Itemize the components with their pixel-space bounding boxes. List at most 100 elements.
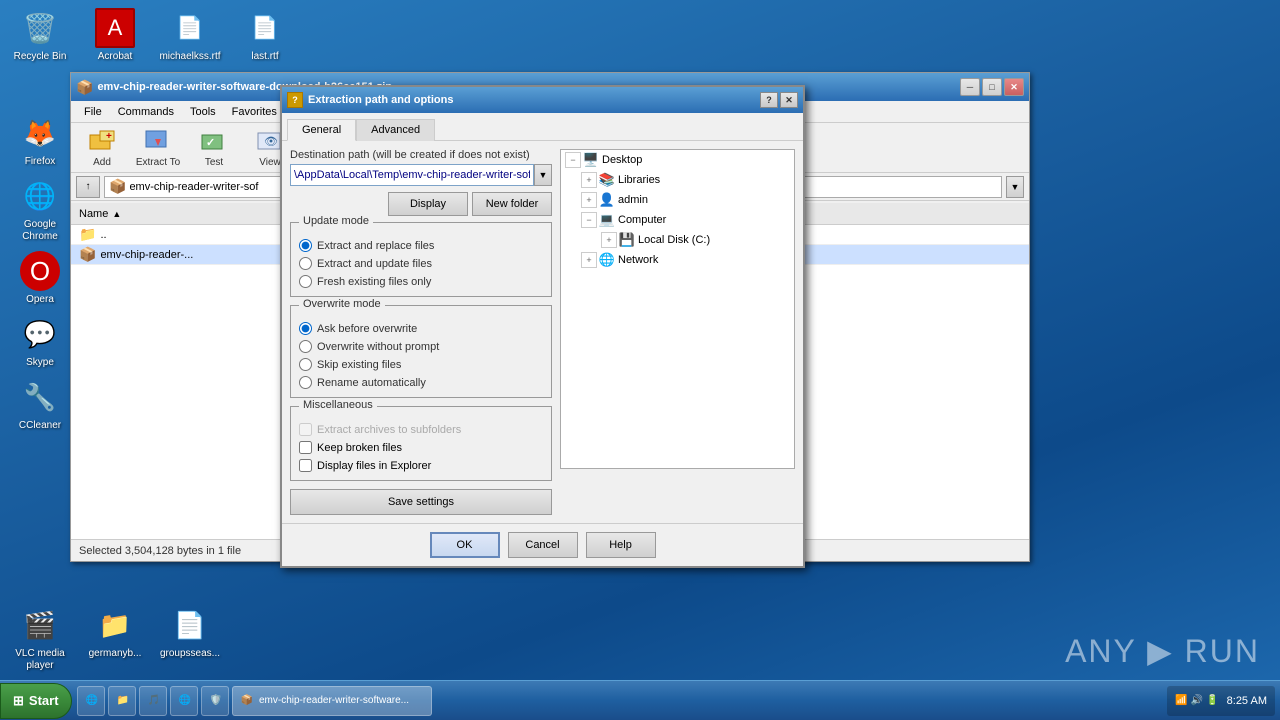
- libraries-tree-icon: 📚: [599, 172, 615, 188]
- recycle-bin-icon[interactable]: 🗑️ Recycle Bin: [5, 5, 75, 66]
- ask-before-option[interactable]: Ask before overwrite: [299, 322, 543, 335]
- update-mode-title: Update mode: [299, 215, 373, 227]
- tree-expander-local-disk[interactable]: +: [601, 232, 617, 248]
- overwrite-no-prompt-option[interactable]: Overwrite without prompt: [299, 340, 543, 353]
- tree-expander-computer[interactable]: −: [581, 212, 597, 228]
- up-button[interactable]: ↑: [76, 176, 100, 198]
- extract-update-option[interactable]: Extract and update files: [299, 257, 543, 270]
- tray-sound-icon[interactable]: 🔊: [1191, 695, 1203, 706]
- extract-replace-option[interactable]: Extract and replace files: [299, 239, 543, 252]
- start-button[interactable]: ⊞ Start: [0, 683, 72, 719]
- acrobat-image: A: [95, 8, 135, 48]
- toolbar-test-btn[interactable]: ✓ Test: [188, 126, 240, 170]
- top-buttons-row: Display New folder: [290, 192, 552, 216]
- menu-tools[interactable]: Tools: [182, 104, 224, 120]
- rename-auto-radio[interactable]: [299, 376, 312, 389]
- chrome-icon[interactable]: 🌐 Google Chrome: [5, 173, 75, 246]
- taskbar-winrar-btn[interactable]: 📦 emv-chip-reader-writer-software...: [232, 686, 432, 716]
- taskbar-chrome-btn[interactable]: 🌐: [170, 686, 198, 716]
- extract-label: Extract To: [136, 157, 180, 168]
- destination-path-input[interactable]: [290, 164, 534, 186]
- tree-item-desktop[interactable]: − 🖥️ Desktop: [561, 150, 794, 170]
- cancel-btn[interactable]: Cancel: [508, 532, 578, 558]
- path-dropdown-btn[interactable]: ▼: [534, 164, 552, 186]
- display-btn[interactable]: Display: [388, 192, 468, 216]
- winrar-task-label: emv-chip-reader-writer-software...: [259, 695, 409, 706]
- skip-existing-radio[interactable]: [299, 358, 312, 371]
- menu-favorites[interactable]: Favorites: [224, 104, 285, 120]
- save-settings-btn[interactable]: Save settings: [290, 489, 552, 515]
- winrar-minimize-btn[interactable]: ─: [960, 78, 980, 96]
- last-rtf-icon[interactable]: 📄 last.rtf: [230, 5, 300, 66]
- winrar-close-btn[interactable]: ✕: [1004, 78, 1024, 96]
- test-icon: ✓: [198, 127, 230, 155]
- tree-item-libraries[interactable]: + 📚 Libraries: [561, 170, 794, 190]
- firefox-icon[interactable]: 🦊 Firefox: [5, 110, 75, 171]
- taskbar-media-btn[interactable]: 🎵: [139, 686, 167, 716]
- extract-replace-radio[interactable]: [299, 239, 312, 252]
- tree-expander-libraries[interactable]: +: [581, 172, 597, 188]
- tree-item-admin[interactable]: + 👤 admin: [561, 190, 794, 210]
- skip-existing-option[interactable]: Skip existing files: [299, 358, 543, 371]
- keep-broken-option[interactable]: Keep broken files: [299, 441, 543, 454]
- tree-item-local-disk[interactable]: + 💾 Local Disk (C:): [561, 230, 794, 250]
- tree-panel: − 🖥️ Desktop + 📚 Libraries + 👤 admin: [560, 149, 795, 469]
- taskbar-explorer-btn[interactable]: 📁: [108, 686, 136, 716]
- update-mode-group: Update mode Extract and replace files Ex…: [290, 222, 552, 297]
- dialog-action-buttons: OK Cancel Help: [282, 523, 803, 566]
- tray-battery-icon[interactable]: 🔋: [1206, 695, 1218, 706]
- dialog-titlebar: ? Extraction path and options ? ✕: [282, 87, 803, 113]
- taskbar: ⊞ Start 🌐 📁 🎵 🌐 🛡️ 📦 emv-chip-reader-wri…: [0, 680, 1280, 720]
- overwrite-no-prompt-radio[interactable]: [299, 340, 312, 353]
- display-explorer-checkbox[interactable]: [299, 459, 312, 472]
- rename-auto-option[interactable]: Rename automatically: [299, 376, 543, 389]
- michaelkss-rtf-icon[interactable]: 📄 michaelkss.rtf: [155, 5, 225, 66]
- tab-advanced[interactable]: Advanced: [356, 119, 435, 141]
- menu-commands[interactable]: Commands: [110, 104, 182, 120]
- firefox-image: 🦊: [20, 113, 60, 153]
- winrar-task-icon: 📦: [241, 695, 253, 706]
- addr-dropdown-btn[interactable]: ▼: [1006, 176, 1024, 198]
- toolbar-add-btn[interactable]: + Add: [76, 126, 128, 170]
- ask-before-radio[interactable]: [299, 322, 312, 335]
- skype-icon[interactable]: 💬 Skype: [5, 311, 75, 372]
- display-explorer-option[interactable]: Display files in Explorer: [299, 459, 543, 472]
- toolbar-extract-btn[interactable]: Extract To: [132, 126, 184, 170]
- taskbar-ie-btn[interactable]: 🌐: [77, 686, 105, 716]
- taskbar-av-btn[interactable]: 🛡️: [201, 686, 229, 716]
- ok-btn[interactable]: OK: [430, 532, 500, 558]
- dialog-help-btn[interactable]: ?: [760, 92, 778, 108]
- germanyb-icon[interactable]: 📁 germanyb...: [80, 602, 150, 675]
- vlc-icon[interactable]: 🎬 VLC media player: [5, 602, 75, 675]
- dialog-title-text: Extraction path and options: [308, 94, 760, 106]
- acrobat-icon[interactable]: A Acrobat: [80, 5, 150, 66]
- tree-expander-network[interactable]: +: [581, 252, 597, 268]
- vlc-label: VLC media player: [8, 648, 72, 672]
- misc-spacer: [299, 415, 543, 423]
- tree-expander-desktop[interactable]: −: [565, 152, 581, 168]
- parent-folder-name: ..: [100, 229, 106, 241]
- opera-icon[interactable]: O Opera: [5, 248, 75, 309]
- ccleaner-icon[interactable]: 🔧 CCleaner: [5, 374, 75, 435]
- tab-general[interactable]: General: [287, 119, 356, 141]
- winrar-restore-btn[interactable]: □: [982, 78, 1002, 96]
- menu-file[interactable]: File: [76, 104, 110, 120]
- tray-network-icon[interactable]: 📶: [1175, 695, 1187, 706]
- extract-update-radio[interactable]: [299, 257, 312, 270]
- help-btn[interactable]: Help: [586, 532, 656, 558]
- media-icon: 🎵: [148, 695, 160, 706]
- groupsseas-icon[interactable]: 📄 groupsseas...: [155, 602, 225, 675]
- opera-image: O: [20, 251, 60, 291]
- tree-item-computer[interactable]: − 💻 Computer: [561, 210, 794, 230]
- fresh-existing-radio[interactable]: [299, 275, 312, 288]
- svg-text:+: +: [106, 131, 112, 142]
- svg-text:✓: ✓: [206, 137, 215, 149]
- dialog-close-btn[interactable]: ✕: [780, 92, 798, 108]
- tree-item-network[interactable]: + 🌐 Network: [561, 250, 794, 270]
- path-icon: 📦: [109, 178, 126, 195]
- fresh-existing-option[interactable]: Fresh existing files only: [299, 275, 543, 288]
- keep-broken-checkbox[interactable]: [299, 441, 312, 454]
- admin-tree-icon: 👤: [599, 192, 615, 208]
- new-folder-btn[interactable]: New folder: [472, 192, 552, 216]
- tree-expander-admin[interactable]: +: [581, 192, 597, 208]
